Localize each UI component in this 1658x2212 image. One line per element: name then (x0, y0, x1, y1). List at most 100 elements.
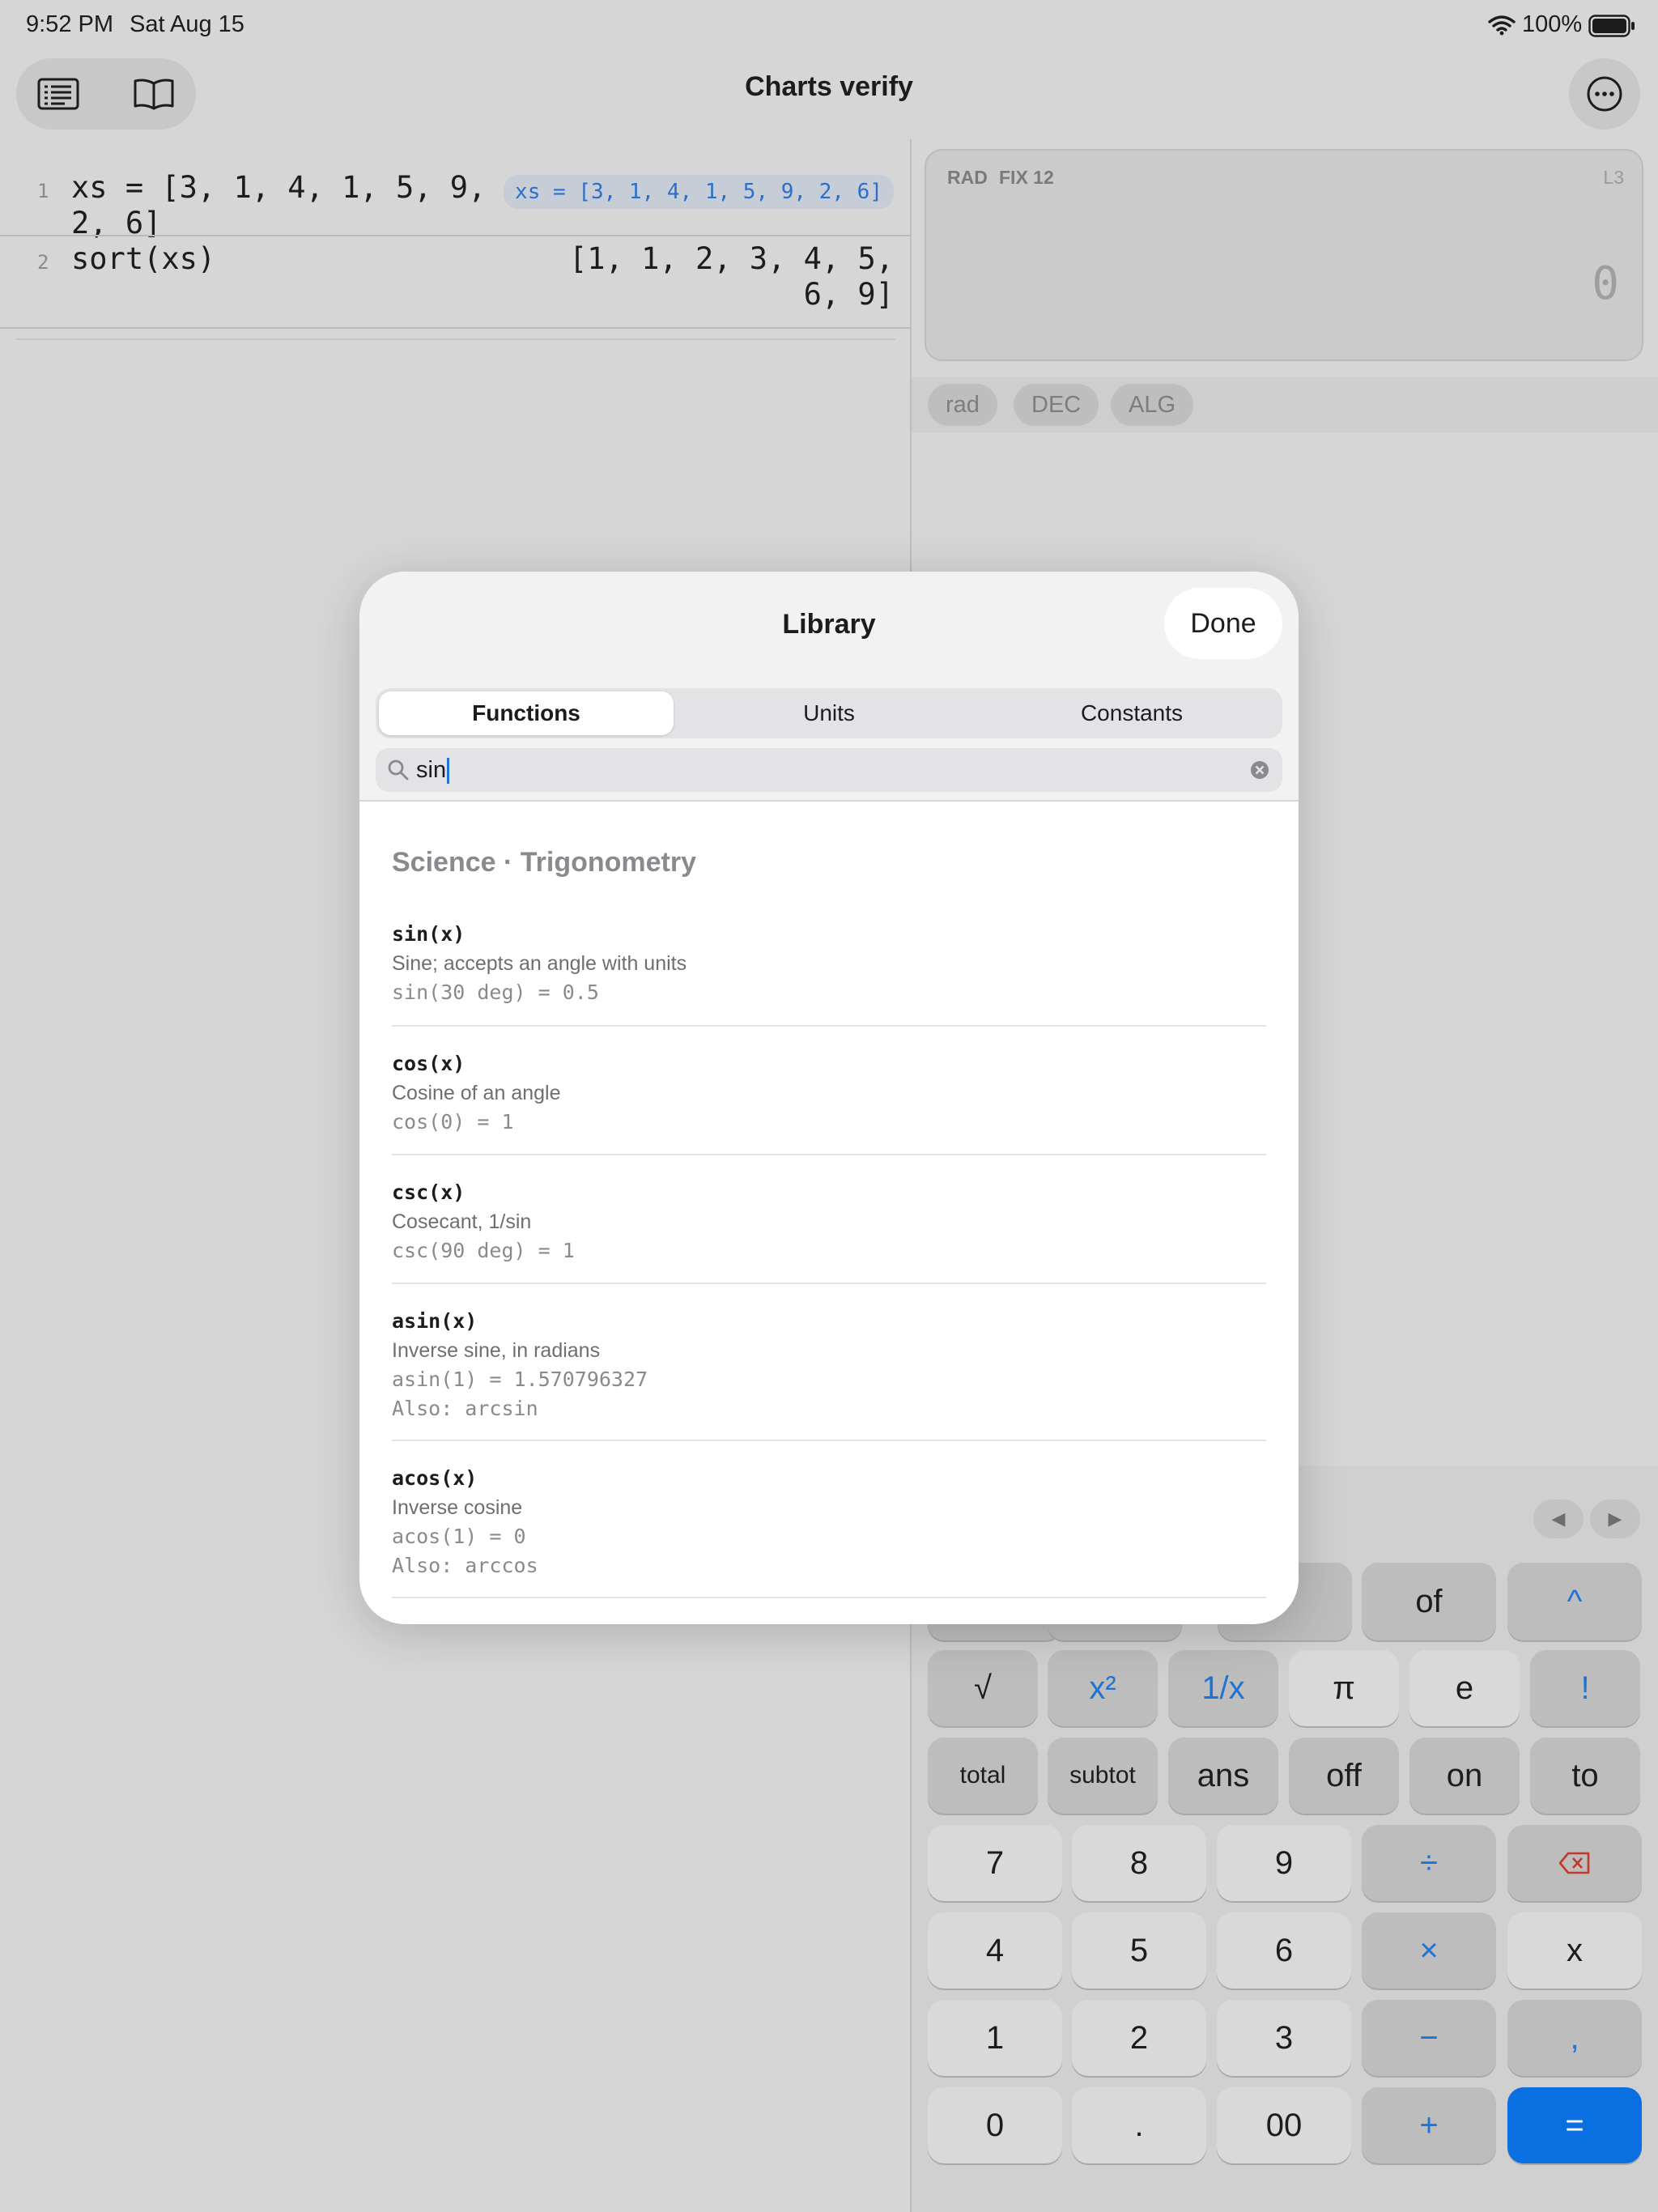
cursor-right-button[interactable]: ▶ (1590, 1499, 1640, 1538)
library-header: Library Done Functions Units Constants s… (359, 572, 1299, 802)
key-2[interactable]: 2 (1072, 2000, 1206, 2076)
toolbar: Charts verify (0, 52, 1658, 133)
key-total[interactable]: total (928, 1738, 1038, 1814)
function-description: Inverse sine, in radians (392, 1339, 601, 1362)
library-tabs: Functions Units Constants (376, 688, 1282, 738)
function-aliases: Also: arcsin (392, 1397, 538, 1420)
header-divider (359, 800, 1299, 802)
key-6[interactable]: 6 (1217, 1912, 1351, 1989)
key-reciprocal[interactable]: 1/x (1168, 1650, 1278, 1726)
item-divider (392, 1283, 1266, 1284)
function-item[interactable]: acos(x) Inverse cosine acos(1) = 0 Also:… (392, 1464, 1266, 1580)
function-signature: cos(x) (392, 1052, 466, 1075)
key-square[interactable]: x² (1048, 1650, 1158, 1726)
backspace-icon (1558, 1852, 1590, 1874)
key-7[interactable]: 7 (928, 1825, 1062, 1901)
item-divider (392, 1440, 1266, 1441)
battery-percentage: 100% (1522, 11, 1583, 37)
tab-constants[interactable]: Constants (984, 691, 1279, 735)
key-decimal[interactable]: . (1072, 2087, 1206, 2163)
key-on[interactable]: on (1409, 1738, 1520, 1814)
function-signature: sin(x) (392, 922, 466, 946)
status-bar: 9:52 PM Sat Aug 15 100% (0, 0, 1658, 52)
row-divider (0, 235, 910, 236)
function-description: Cosecant, 1/sin (392, 1210, 532, 1233)
key-subtract[interactable]: − (1362, 2000, 1496, 2076)
key-ans[interactable]: ans (1168, 1738, 1278, 1814)
line-ref-label: L3 (1603, 167, 1624, 188)
chip-angle[interactable]: rad (928, 384, 997, 426)
function-example: cos(0) = 1 (392, 1110, 514, 1134)
line-result-chip[interactable]: xs = [3, 1, 4, 1, 5, 9, 2, 6] (504, 175, 894, 209)
key-sqrt[interactable]: √ (928, 1650, 1038, 1726)
function-example: sin(30 deg) = 0.5 (392, 981, 599, 1004)
function-item[interactable]: sin(x) Sine; accepts an angle with units… (392, 920, 1266, 1007)
text-caret (447, 758, 450, 785)
key-double-zero[interactable]: 00 (1217, 2087, 1351, 2163)
key-divide[interactable]: ÷ (1362, 1825, 1496, 1901)
key-1[interactable]: 1 (928, 2000, 1062, 2076)
function-signature: acos(x) (392, 1466, 478, 1490)
chip-base[interactable]: DEC (1014, 384, 1099, 426)
function-description: Cosine of an angle (392, 1082, 561, 1104)
search-icon (388, 759, 409, 781)
editor-line[interactable]: 2 sort(xs) [1, 1, 2, 3, 4, 5, 6, 9] (0, 240, 910, 324)
search-bar[interactable]: sin (376, 748, 1282, 792)
key-off[interactable]: off (1289, 1738, 1399, 1814)
key-pi[interactable]: π (1289, 1650, 1399, 1726)
key-x-variable[interactable]: x (1507, 1912, 1642, 1989)
battery-icon (1588, 15, 1635, 37)
key-add[interactable]: + (1362, 2087, 1496, 2163)
line-code[interactable]: sort(xs) (71, 241, 215, 277)
display-value: 0 (1592, 257, 1619, 310)
chip-mode[interactable]: ALG (1111, 384, 1194, 426)
key-power[interactable]: ^ (1507, 1563, 1642, 1640)
key-8[interactable]: 8 (1072, 1825, 1206, 1901)
key-comma[interactable]: , (1507, 2000, 1642, 2076)
page-title: Charts verify (745, 71, 913, 102)
item-divider (392, 1154, 1266, 1155)
key-0[interactable]: 0 (928, 2087, 1062, 2163)
done-button[interactable]: Done (1164, 588, 1282, 659)
key-of[interactable]: of (1362, 1563, 1496, 1640)
ellipsis-circle-icon (1587, 76, 1622, 112)
search-value: sin (416, 757, 447, 783)
line-code[interactable]: xs = [3, 1, 4, 1, 5, 9, 2, 6] (71, 170, 486, 241)
key-3[interactable]: 3 (1217, 2000, 1351, 2076)
status-time: 9:52 PM (26, 11, 113, 37)
key-9[interactable]: 9 (1217, 1825, 1351, 1901)
row-divider (16, 338, 895, 340)
function-description: Inverse cosine (392, 1496, 523, 1519)
library-title: Library (782, 609, 876, 640)
angle-mode-label: RAD (947, 167, 988, 188)
function-description: Sine; accepts an angle with units (392, 952, 687, 975)
more-button[interactable] (1569, 58, 1640, 130)
function-item[interactable]: asin(x) Inverse sine, in radians asin(1)… (392, 1307, 1266, 1423)
tab-units[interactable]: Units (682, 691, 976, 735)
editor-line[interactable]: 1 xs = [3, 1, 4, 1, 5, 9, 2, 6] xs = [3,… (0, 154, 910, 240)
key-equals[interactable]: = (1507, 2087, 1642, 2163)
key-5[interactable]: 5 (1072, 1912, 1206, 1989)
function-signature: asin(x) (392, 1309, 478, 1333)
key-to[interactable]: to (1530, 1738, 1640, 1814)
item-divider (392, 1025, 1266, 1027)
mode-chips: rad DEC ALG (912, 377, 1658, 432)
tab-functions[interactable]: Functions (379, 691, 674, 735)
key-e[interactable]: e (1409, 1650, 1520, 1726)
function-item[interactable]: cos(x) Cosine of an angle cos(0) = 1 (392, 1049, 1266, 1137)
function-signature: csc(x) (392, 1180, 466, 1204)
key-backspace[interactable] (1507, 1825, 1642, 1901)
clear-icon[interactable] (1250, 760, 1269, 780)
key-multiply[interactable]: × (1362, 1912, 1496, 1989)
key-4[interactable]: 4 (928, 1912, 1062, 1989)
function-example: asin(1) = 1.570796327 (392, 1368, 648, 1391)
wifi-icon (1488, 15, 1516, 36)
key-subtotal[interactable]: subtot (1048, 1738, 1158, 1814)
line-result[interactable]: [1, 1, 2, 3, 4, 5, 6, 9] (569, 241, 894, 313)
function-aliases: Also: arccos (392, 1554, 538, 1577)
function-item[interactable]: csc(x) Cosecant, 1/sin csc(90 deg) = 1 (392, 1178, 1266, 1266)
library-sheet: Library Done Functions Units Constants s… (359, 572, 1299, 1624)
search-input[interactable]: sin (416, 748, 450, 792)
cursor-left-button[interactable]: ◀ (1533, 1499, 1584, 1538)
key-factorial[interactable]: ! (1530, 1650, 1640, 1726)
